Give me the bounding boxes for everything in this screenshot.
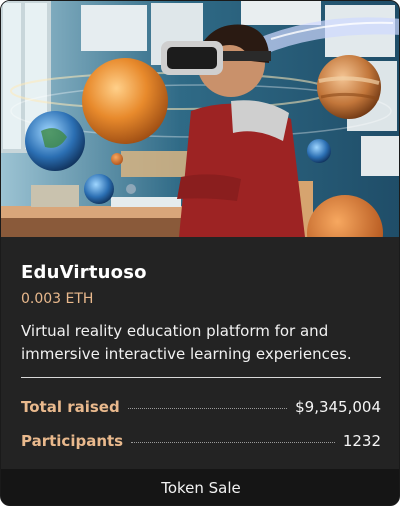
project-card[interactable]: EduVirtuoso 0.003 ETH Virtual reality ed… xyxy=(0,0,400,506)
stat-participants: Participants 1232 xyxy=(21,431,381,451)
divider xyxy=(21,377,381,378)
stat-label: Participants xyxy=(21,432,124,450)
token-price: 0.003 ETH xyxy=(21,291,94,307)
token-sale-button[interactable]: Token Sale xyxy=(1,469,399,505)
project-title: EduVirtuoso xyxy=(21,262,147,283)
dotted-leader xyxy=(127,407,288,409)
project-description: Virtual reality education platform for a… xyxy=(21,322,352,363)
dotted-leader xyxy=(131,441,335,443)
stat-value: $9,345,004 xyxy=(295,398,381,416)
project-image xyxy=(1,1,399,237)
stat-total-raised: Total raised $9,345,004 xyxy=(21,397,381,417)
stat-label: Total raised xyxy=(21,398,120,416)
stat-value: 1232 xyxy=(342,432,381,450)
